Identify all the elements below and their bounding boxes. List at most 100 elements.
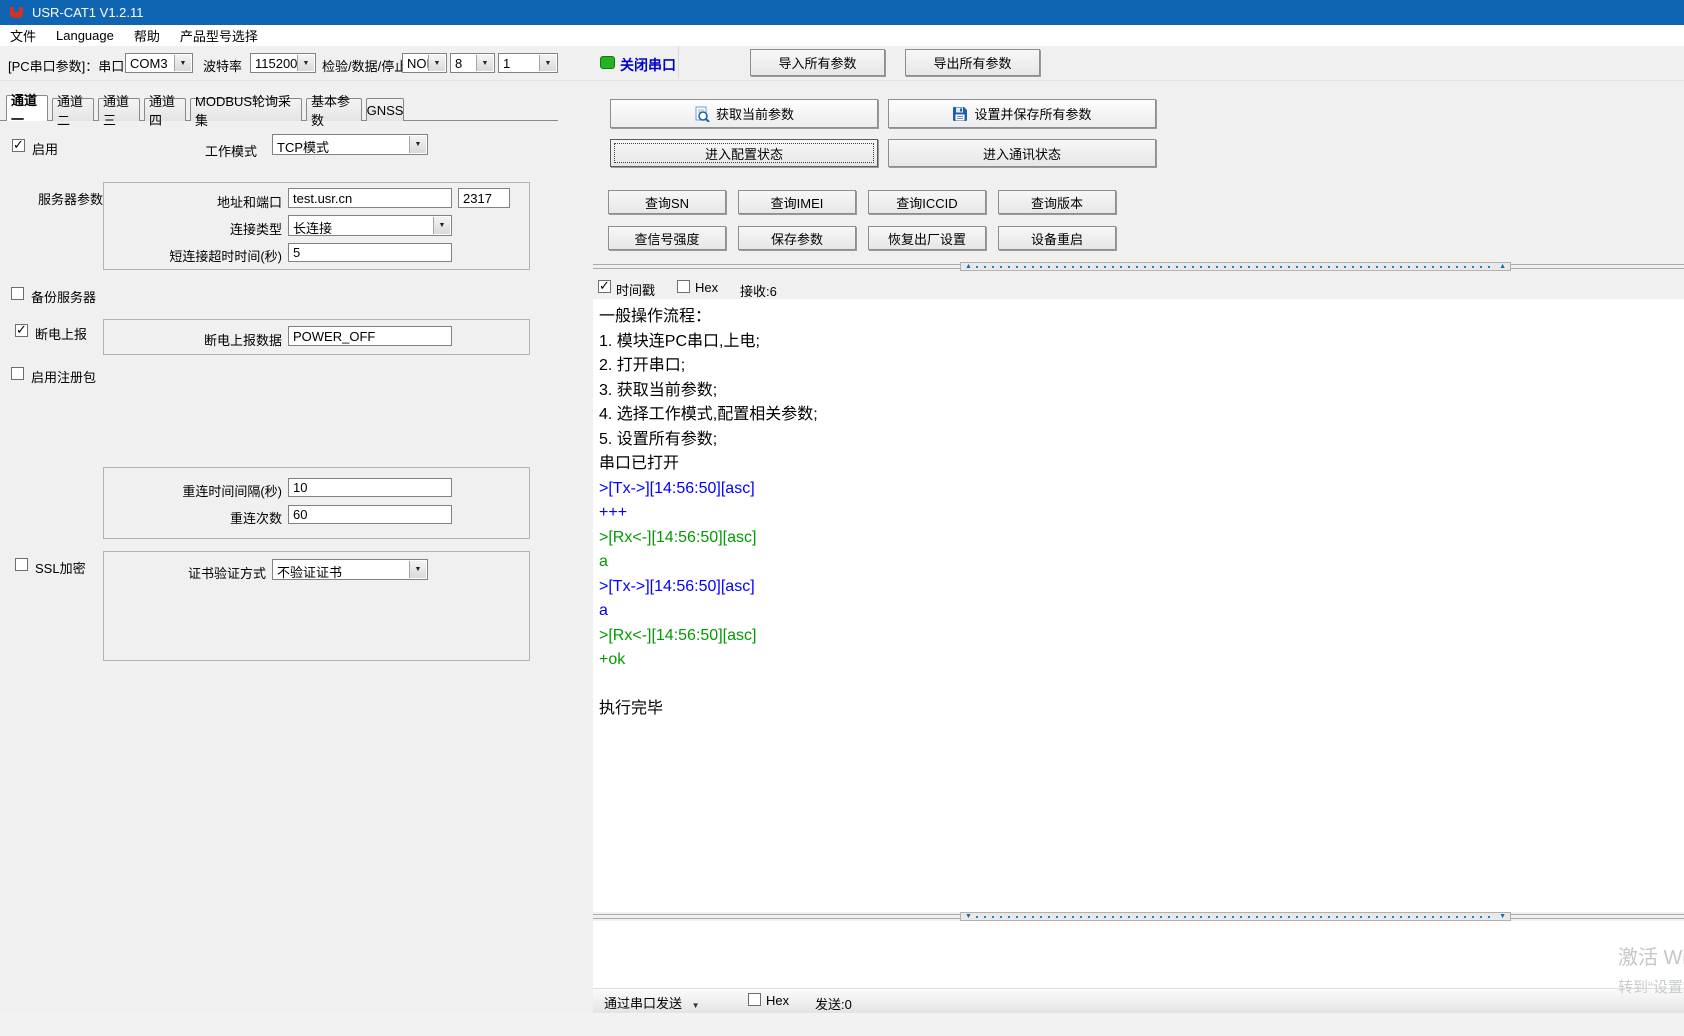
com-port-select[interactable]: COM3 ▼: [125, 53, 193, 73]
app-logo-icon: [9, 6, 24, 19]
poweroff-report-label: 断电上报: [35, 324, 87, 343]
tab-channel-1[interactable]: 通道一: [6, 95, 48, 121]
log-line: 串口已打开: [599, 452, 1684, 477]
backup-server-checkbox[interactable]: [11, 287, 24, 300]
recv-hex-checkbox[interactable]: [677, 280, 690, 293]
splitter-handle[interactable]: ▼ ▼: [960, 912, 1511, 921]
save-params-button[interactable]: 保存参数: [738, 226, 856, 250]
stopbits-select[interactable]: 1 ▼: [498, 53, 558, 73]
reconnect-interval-input[interactable]: 10: [288, 478, 452, 497]
tab-modbus[interactable]: MODBUS轮询采集: [190, 98, 302, 121]
chevron-down-icon[interactable]: ▼: [539, 55, 556, 71]
serial-port-label: [PC串口参数]：串口号: [8, 56, 137, 75]
send-text-area[interactable]: [593, 921, 1684, 988]
addr-port-label: 地址和端口: [150, 192, 282, 211]
send-hex-checkbox[interactable]: [748, 993, 761, 1006]
log-bottom-splitter[interactable]: ▼ ▼: [593, 912, 1684, 921]
baud-select[interactable]: 115200 ▼: [250, 53, 316, 73]
timestamp-checkbox[interactable]: [598, 280, 611, 293]
databits-select[interactable]: 8 ▼: [450, 53, 495, 73]
query-iccid-button[interactable]: 查询ICCID: [868, 190, 986, 214]
collapse-up-icon: ▲: [965, 263, 972, 270]
poweroff-data-input[interactable]: POWER_OFF: [288, 326, 452, 346]
tab-channel-4[interactable]: 通道四: [144, 98, 186, 121]
set-save-params-button[interactable]: 设置并保存所有参数: [888, 99, 1156, 128]
serial-toolbar: [PC串口参数]：串口号 COM3 ▼ 波特率 115200 ▼ 检验/数据/停…: [0, 46, 1684, 81]
log-line: >[Tx->][14:56:50][asc]: [599, 575, 1684, 600]
work-mode-select[interactable]: TCP模式 ▼: [272, 134, 428, 155]
cert-verify-select[interactable]: 不验证证书 ▼: [272, 559, 428, 580]
log-line: 执行完毕: [599, 697, 1684, 722]
reboot-button[interactable]: 设备重启: [998, 226, 1116, 250]
poweroff-report-checkbox[interactable]: [15, 324, 28, 337]
window-title: USR-CAT1 V1.2.11: [32, 5, 144, 20]
receive-log[interactable]: 一般操作流程： 1. 模块连PC串口,上电; 2. 打开串口; 3. 获取当前参…: [593, 299, 1684, 912]
enable-checkbox[interactable]: [12, 139, 25, 152]
port-open-led-icon: [600, 56, 615, 69]
log-line: 一般操作流程：: [599, 305, 1684, 330]
query-sn-button[interactable]: 查询SN: [608, 190, 726, 214]
log-top-splitter[interactable]: ▲ ▲: [593, 262, 1684, 271]
chevron-down-icon[interactable]: ▼: [433, 217, 450, 234]
chevron-down-icon[interactable]: ▼: [409, 136, 426, 153]
sent-count-label: 发送:0: [815, 994, 852, 1013]
tab-channel-3[interactable]: 通道三: [98, 98, 140, 121]
chevron-down-icon[interactable]: ▼: [428, 55, 445, 71]
reconnect-times-label: 重连次数: [150, 508, 282, 527]
export-params-button[interactable]: 导出所有参数: [905, 49, 1040, 76]
chevron-down-icon[interactable]: ▼: [174, 55, 191, 71]
send-via-serial-button[interactable]: 通过串口发送 ▼: [604, 993, 700, 1012]
splitter-handle[interactable]: ▲ ▲: [960, 262, 1511, 271]
chevron-down-icon[interactable]: ▼: [409, 561, 426, 578]
tab-basic-params[interactable]: 基本参数: [306, 98, 362, 121]
enter-comm-button[interactable]: 进入通讯状态: [888, 139, 1156, 167]
enter-config-button[interactable]: 进入配置状态: [610, 139, 878, 167]
log-line: +ok: [599, 648, 1684, 673]
ssl-label: SSL加密: [35, 558, 86, 577]
reconnect-interval-label: 重连时间间隔(秒): [150, 481, 282, 500]
chevron-down-icon[interactable]: ▼: [297, 55, 314, 71]
menu-product-model[interactable]: 产品型号选择: [170, 24, 268, 47]
collapse-down-icon: ▼: [965, 913, 972, 920]
app-window: USR-CAT1 V1.2.11 文件 Language 帮助 产品型号选择 […: [0, 0, 1684, 1036]
log-line: >[Tx->][14:56:50][asc]: [599, 477, 1684, 502]
menu-bar: 文件 Language 帮助 产品型号选择: [0, 25, 1684, 46]
collapse-down-icon: ▼: [1499, 913, 1506, 920]
ssl-checkbox[interactable]: [15, 558, 28, 571]
get-params-button[interactable]: 获取当前参数: [610, 99, 878, 128]
chevron-down-icon: ▼: [692, 1001, 700, 1010]
import-params-button[interactable]: 导入所有参数: [750, 49, 885, 76]
enable-label: 启用: [32, 139, 58, 158]
splitter-dots: [976, 916, 1495, 918]
log-line: [599, 673, 1684, 698]
windows-activation-watermark: 激活 Windows 转到“设置”以激活: [1618, 941, 1684, 997]
work-mode-label: 工作模式: [205, 141, 257, 160]
menu-file[interactable]: 文件: [0, 24, 46, 47]
chevron-down-icon[interactable]: ▼: [476, 55, 493, 71]
server-port-input[interactable]: 2317: [458, 188, 510, 208]
tab-gnss[interactable]: GNSS: [366, 98, 404, 121]
short-timeout-input[interactable]: 5: [288, 243, 452, 262]
server-address-input[interactable]: test.usr.cn: [288, 188, 452, 208]
tab-channel-2[interactable]: 通道二: [52, 98, 94, 121]
query-signal-button[interactable]: 查信号强度: [608, 226, 726, 250]
log-line: 1. 模块连PC串口,上电;: [599, 330, 1684, 355]
factory-reset-button[interactable]: 恢复出厂设置: [868, 226, 986, 250]
conn-type-select[interactable]: 长连接 ▼: [288, 215, 452, 236]
menu-help[interactable]: 帮助: [124, 24, 170, 47]
parity-select[interactable]: NONI ▼: [402, 53, 447, 73]
menu-language[interactable]: Language: [46, 26, 124, 45]
search-doc-icon: [694, 106, 710, 122]
query-imei-button[interactable]: 查询IMEI: [738, 190, 856, 214]
channel-tabs: 通道一 通道二 通道三 通道四 MODBUS轮询采集 基本参数 GNSS: [6, 95, 408, 121]
title-bar: USR-CAT1 V1.2.11: [0, 0, 1684, 25]
reconnect-times-input[interactable]: 60: [288, 505, 452, 524]
close-port-button[interactable]: 关闭串口: [620, 55, 676, 75]
recv-count-label: 接收:6: [740, 281, 777, 300]
log-line: +++: [599, 501, 1684, 526]
short-timeout-label: 短连接超时时间(秒): [150, 246, 282, 265]
parity-label: 检验/数据/停止: [322, 56, 407, 75]
query-version-button[interactable]: 查询版本: [998, 190, 1116, 214]
regpack-checkbox[interactable]: [11, 367, 24, 380]
bottom-strip: [0, 1013, 1684, 1036]
